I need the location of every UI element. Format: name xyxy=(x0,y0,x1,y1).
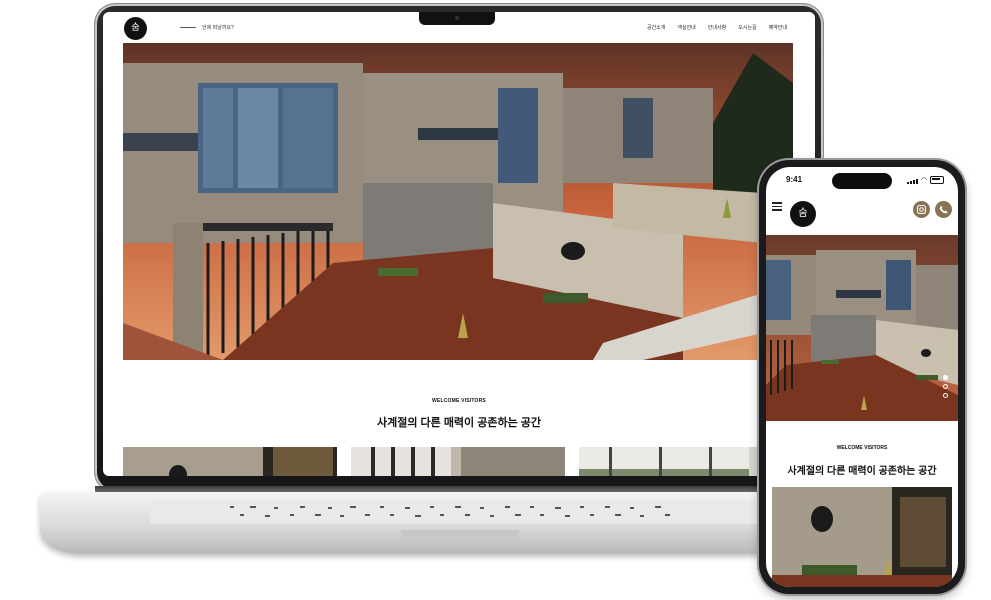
hamburger-menu-icon[interactable] xyxy=(772,202,782,213)
phone-button[interactable] xyxy=(935,201,952,218)
mobile-hero-image xyxy=(766,235,958,421)
signal-icon xyxy=(906,179,918,184)
gallery-thumb[interactable] xyxy=(351,447,565,476)
nav-item-directions[interactable]: 오시는길 xyxy=(738,24,756,31)
phone-screen: 9:41 ◠ 숨 WELCOME VISITORS 사계절의 다른 매력이 공존… xyxy=(766,167,958,587)
mobile-logo[interactable]: 숨 xyxy=(790,201,816,227)
mobile-welcome-headline: 사계절의 다른 매력이 공존하는 공간 xyxy=(787,466,937,477)
tagline-text: 언제 떠날까요? xyxy=(202,25,234,31)
phone-icon xyxy=(939,205,948,214)
camera-notch xyxy=(419,12,495,25)
main-nav: 공간소개 객실안내 안내사항 오시는길 예약안내 xyxy=(647,24,787,31)
welcome-eyebrow: WELCOME VISITORS xyxy=(432,398,486,404)
hero-image xyxy=(123,43,793,360)
trackpad-notch xyxy=(400,530,520,537)
gallery-thumb[interactable] xyxy=(123,447,337,476)
tagline: 언제 떠날까요? xyxy=(180,24,234,31)
keyboard-area xyxy=(150,500,770,524)
instagram-button[interactable] xyxy=(913,201,930,218)
nav-item-reservation[interactable]: 예약안내 xyxy=(769,24,787,31)
welcome-headline: 사계절의 다른 매력이 공존하는 공간 xyxy=(376,417,542,429)
instagram-icon xyxy=(916,204,927,215)
tagline-dash xyxy=(180,27,196,28)
gallery-row xyxy=(123,447,793,476)
mobile-gallery-photo[interactable] xyxy=(772,487,952,587)
slider-indicator[interactable] xyxy=(943,375,948,398)
nav-item-rooms[interactable]: 객실안내 xyxy=(677,24,695,31)
nav-item-space[interactable]: 공간소개 xyxy=(647,24,665,31)
slider-dot[interactable] xyxy=(943,393,948,398)
nav-item-info[interactable]: 안내사항 xyxy=(708,24,726,31)
site-logo[interactable]: 숨 xyxy=(124,17,147,40)
camera-icon xyxy=(455,16,459,20)
wifi-icon: ◠ xyxy=(920,177,927,184)
battery-icon xyxy=(930,176,944,184)
slider-dot[interactable] xyxy=(943,384,948,389)
dynamic-island xyxy=(832,173,892,189)
laptop-screen: 숨 언제 떠날까요? 공간소개 객실안내 안내사항 오시는길 예약안내 WELC… xyxy=(103,12,815,476)
status-icons: ◠ xyxy=(906,176,944,184)
slider-dot[interactable] xyxy=(943,375,948,380)
mobile-welcome-eyebrow: WELCOME VISITORS xyxy=(836,445,888,451)
status-time: 9:41 xyxy=(786,175,803,184)
